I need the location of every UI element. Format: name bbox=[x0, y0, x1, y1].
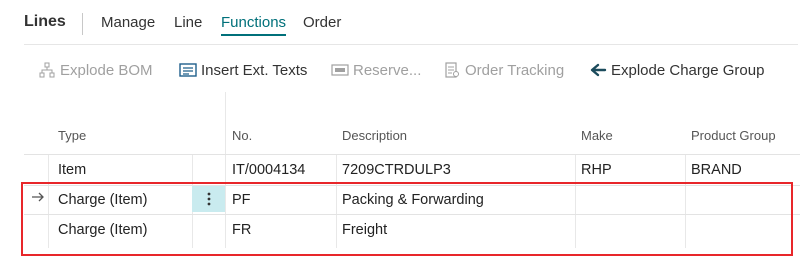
insert-text-icon bbox=[179, 63, 197, 77]
cell-no[interactable]: IT/0004134 bbox=[232, 162, 305, 178]
explode-bom-label: Explode BOM bbox=[60, 61, 153, 79]
cell-product-group[interactable]: BRAND bbox=[691, 162, 742, 178]
row-divider bbox=[24, 214, 800, 215]
grid-column-divider bbox=[336, 154, 337, 248]
lines-grid: Type No. Description Make Product Group … bbox=[24, 92, 800, 259]
cell-make[interactable]: RHP bbox=[581, 162, 612, 178]
tab-line[interactable]: Line bbox=[174, 14, 202, 31]
tab-manage[interactable]: Manage bbox=[101, 14, 155, 31]
column-header-type[interactable]: Type bbox=[58, 128, 86, 143]
cell-no[interactable]: FR bbox=[232, 222, 251, 238]
column-header-product-group[interactable]: Product Group bbox=[691, 128, 776, 143]
cell-no[interactable]: PF bbox=[232, 192, 251, 208]
order-tracking-button[interactable]: Order Tracking bbox=[443, 60, 564, 80]
column-header-no[interactable]: No. bbox=[232, 128, 252, 143]
arrow-left-icon bbox=[589, 63, 607, 77]
vertical-ellipsis-icon bbox=[207, 192, 210, 206]
reserve-label: Reserve... bbox=[353, 61, 422, 79]
lines-header: Lines Manage Line Functions Order bbox=[0, 0, 806, 46]
explode-charge-group-button[interactable]: Explode Charge Group bbox=[589, 60, 764, 80]
grid-column-divider bbox=[685, 154, 686, 248]
cell-type[interactable]: Charge (Item) bbox=[58, 222, 147, 238]
grid-column-divider bbox=[48, 154, 49, 248]
grid-column-divider bbox=[575, 154, 576, 248]
column-header-make[interactable]: Make bbox=[581, 128, 613, 143]
explode-charge-group-label: Explode Charge Group bbox=[611, 61, 765, 79]
reserve-button[interactable]: Reserve... bbox=[331, 60, 421, 80]
cell-description[interactable]: Packing & Forwarding bbox=[342, 192, 484, 208]
insert-ext-texts-label: Insert Ext. Texts bbox=[201, 61, 308, 79]
reserve-icon bbox=[331, 64, 349, 76]
explode-bom-icon bbox=[38, 62, 56, 78]
tab-order[interactable]: Order bbox=[303, 14, 341, 31]
cell-description[interactable]: 7209CTRDULP3 bbox=[342, 162, 451, 178]
insert-ext-texts-button[interactable]: Insert Ext. Texts bbox=[179, 60, 307, 80]
row-actions-menu-button[interactable] bbox=[192, 186, 225, 212]
column-header-description[interactable]: Description bbox=[342, 128, 407, 143]
grid-column-divider bbox=[225, 92, 226, 248]
section-title: Lines bbox=[24, 13, 66, 30]
tab-functions[interactable]: Functions bbox=[221, 14, 287, 36]
cell-type[interactable]: Charge (Item) bbox=[58, 192, 147, 208]
cell-description[interactable]: Freight bbox=[342, 222, 387, 238]
header-divider bbox=[24, 44, 798, 45]
title-separator bbox=[82, 13, 83, 35]
order-tracking-icon bbox=[443, 62, 461, 78]
header-row-divider bbox=[24, 154, 800, 155]
current-row-arrow-icon bbox=[32, 192, 44, 202]
order-tracking-label: Order Tracking bbox=[465, 61, 565, 79]
explode-bom-button[interactable]: Explode BOM bbox=[38, 60, 153, 80]
row-divider bbox=[24, 185, 800, 186]
cell-type[interactable]: Item bbox=[58, 162, 86, 178]
